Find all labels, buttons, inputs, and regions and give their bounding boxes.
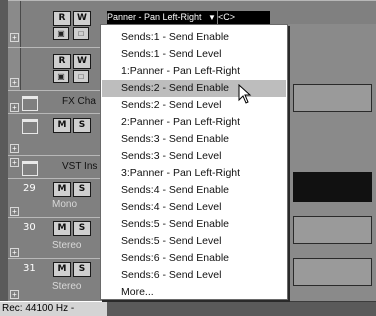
show-lanes-icon[interactable]: ▣ [53,70,69,83]
track-number: 31 [23,263,36,274]
chevron-down-icon[interactable]: ▼ [207,11,217,24]
menu-item-more[interactable]: More... [102,284,286,301]
track-name: VST Ins [62,161,98,172]
expand-icon[interactable]: + [10,290,19,299]
mute-button[interactable]: M [53,221,71,236]
folder-lanes-icon[interactable]: □ [73,70,89,83]
expand-icon[interactable]: + [10,78,19,87]
menu-item[interactable]: Sends:5 - Send Level [102,233,286,250]
read-button[interactable]: R [53,54,71,69]
solo-button[interactable]: S [73,221,91,236]
track-channel-type: Mono [52,199,78,210]
folder-lanes-icon[interactable]: □ [73,27,89,40]
track-number: 30 [23,222,36,233]
folder-icon [22,119,38,134]
expand-icon[interactable]: + [10,207,19,216]
menu-item[interactable]: Sends:1 - Send Level [102,46,286,63]
expand-icon[interactable]: + [10,103,19,112]
menu-item[interactable]: Sends:3 - Send Enable [102,131,286,148]
menu-item-highlighted[interactable]: Sends:2 - Send Enable [102,80,286,97]
menu-item[interactable]: Sends:4 - Send Enable [102,182,286,199]
menu-item[interactable]: Sends:5 - Send Enable [102,216,286,233]
show-lanes-icon[interactable]: ▣ [53,27,69,40]
track-number: 29 [23,183,36,194]
automation-parameter-field[interactable]: Panner - Pan Left-Right [107,11,207,24]
event-display-panel[interactable] [284,24,376,301]
event-part[interactable] [293,84,372,112]
menu-item[interactable]: 2:Panner - Pan Left-Right [102,114,286,131]
mouse-pointer-icon [238,84,252,104]
event-part-dark[interactable] [293,172,372,202]
expand-icon[interactable]: + [10,33,19,42]
menu-item[interactable]: Sends:6 - Send Enable [102,250,286,267]
track-name: FX Cha [62,96,96,107]
track-channel-type: Stereo [52,281,82,292]
folder-icon [22,161,38,176]
solo-button[interactable]: S [73,118,91,133]
automation-value-field[interactable]: <C> [218,11,270,24]
expand-icon[interactable]: + [10,158,19,167]
expand-icon[interactable]: + [10,144,19,153]
mute-button[interactable]: M [53,262,71,277]
read-button[interactable]: R [53,11,71,26]
status-bar: Rec: 44100 Hz - [0,301,107,316]
folder-icon [22,96,38,111]
menu-item[interactable]: Sends:6 - Send Level [102,267,286,284]
mute-button[interactable]: M [53,182,71,197]
menu-item[interactable]: Sends:1 - Send Enable [102,29,286,46]
menu-item[interactable]: Sends:4 - Send Level [102,199,286,216]
menu-item[interactable]: 3:Panner - Pan Left-Right [102,165,286,182]
menu-item[interactable]: Sends:3 - Send Level [102,148,286,165]
write-button[interactable]: W [73,54,91,69]
event-part[interactable] [293,216,372,244]
track-channel-type: Stereo [52,240,82,251]
menu-item[interactable]: Sends:2 - Send Level [102,97,286,114]
event-part[interactable] [293,258,372,286]
solo-button[interactable]: S [73,262,91,277]
solo-button[interactable]: S [73,182,91,197]
mute-button[interactable]: M [53,118,71,133]
write-button[interactable]: W [73,11,91,26]
expand-icon[interactable]: + [10,248,19,257]
automation-parameter-menu[interactable]: Sends:1 - Send Enable Sends:1 - Send Lev… [100,24,288,300]
menu-item[interactable]: 1:Panner - Pan Left-Right [102,63,286,80]
